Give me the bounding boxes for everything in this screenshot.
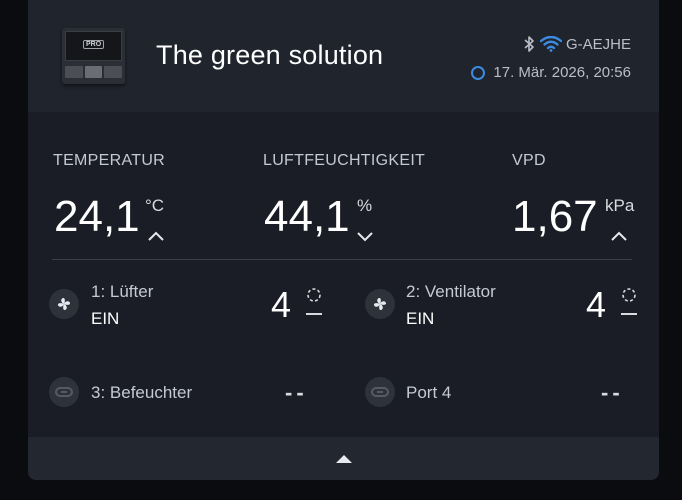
- humidity-value[interactable]: 44,1: [264, 192, 350, 242]
- device-name: G-AEJHE: [565, 35, 631, 53]
- card-header[interactable]: PRO The green solution G-AEJHE 17. Mär. …: [28, 0, 659, 112]
- vpd-unit: kPa: [605, 196, 635, 215]
- device-badge: PRO: [83, 40, 105, 49]
- mode-icon: [621, 288, 637, 315]
- port-level: --: [285, 380, 308, 405]
- port-name: Port 4: [406, 383, 452, 402]
- device-thumbnail: PRO: [62, 28, 125, 84]
- bluetooth-icon: [524, 36, 534, 52]
- plug-icon: [49, 377, 79, 407]
- mode-icon: [306, 288, 322, 315]
- port-level: 4: [271, 284, 292, 325]
- port-level: 4: [586, 284, 607, 325]
- port-name: 2: Ventilator: [406, 282, 496, 301]
- port-state: EIN: [91, 309, 120, 328]
- controller-card: PRO The green solution G-AEJHE 17. Mär. …: [28, 0, 659, 480]
- trend-up-icon: [148, 231, 164, 241]
- temperature-value[interactable]: 24,1: [54, 192, 140, 242]
- wifi-icon: [539, 36, 562, 52]
- fan-icon: [49, 289, 79, 319]
- collapse-bar[interactable]: [28, 437, 659, 480]
- sync-status-icon: [471, 65, 486, 80]
- last-update: 17. Mär. 2026, 20:56: [471, 64, 631, 81]
- controller-title: The green solution: [156, 40, 384, 70]
- caret-up-icon[interactable]: [336, 455, 352, 463]
- trend-up-icon: [611, 231, 627, 241]
- fan-icon: [365, 289, 395, 319]
- port-state: EIN: [406, 309, 435, 328]
- last-update-time: 17. Mär. 2026, 20:56: [493, 64, 631, 81]
- humidity-label: LUFTFEUCHTIGKEIT: [263, 152, 426, 169]
- vpd-label: VPD: [512, 152, 546, 169]
- port-name: 3: Befeuchter: [91, 383, 193, 402]
- vpd-value[interactable]: 1,67: [512, 192, 598, 242]
- temperature-label: TEMPERATUR: [53, 152, 166, 169]
- trend-down-icon: [357, 232, 373, 242]
- humidity-unit: %: [357, 196, 373, 215]
- port-name: 1: Lüfter: [91, 282, 154, 301]
- port-level: --: [601, 380, 624, 405]
- connectivity-status: G-AEJHE: [522, 35, 631, 53]
- divider: [52, 259, 632, 260]
- temperature-unit: °C: [145, 196, 165, 215]
- plug-icon: [365, 377, 395, 407]
